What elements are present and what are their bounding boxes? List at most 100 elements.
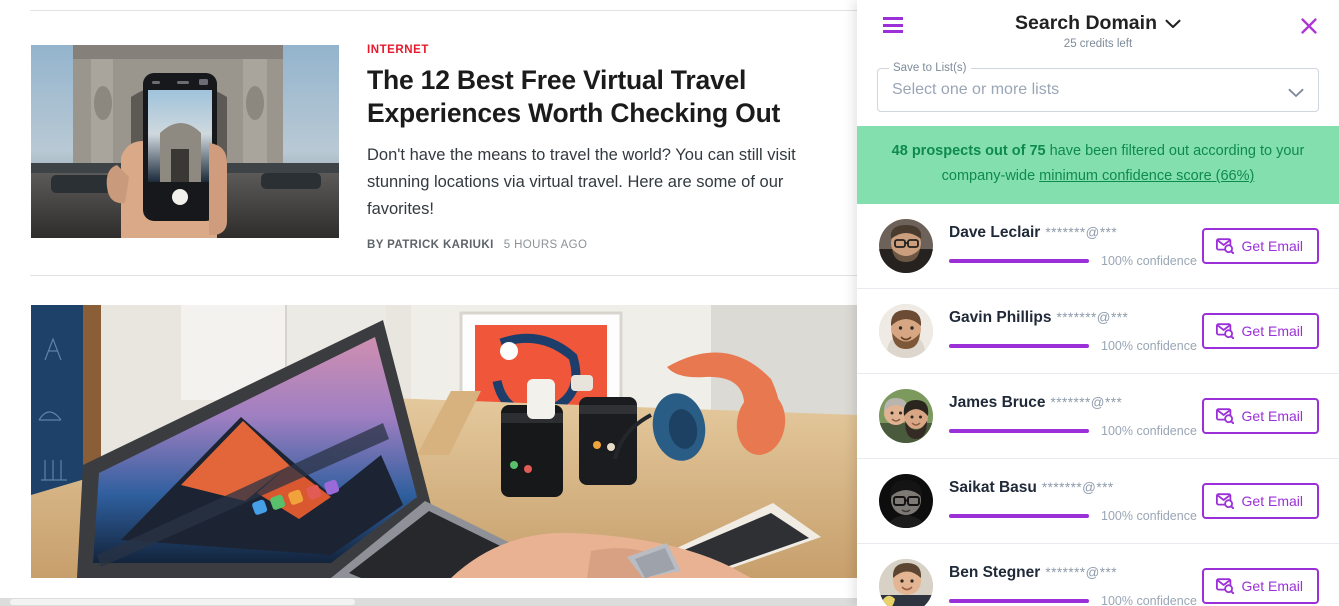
avatar	[879, 304, 933, 358]
chevron-down-icon[interactable]	[1288, 85, 1304, 103]
prospect-name-line: Gavin Phillips *******@***	[949, 309, 1202, 327]
confidence-bar-fill	[949, 429, 1089, 433]
prospect-row[interactable]: Ben Stegner *******@*** 100% confidence G…	[857, 544, 1339, 606]
avatar	[879, 559, 933, 606]
avatar	[879, 219, 933, 273]
credits-left-label: 25 credits left	[1063, 38, 1133, 50]
confidence-row: 100% confidence	[949, 509, 1202, 523]
search-domain-panel: Search Domain 25 credits left Save to Li…	[857, 0, 1339, 606]
article-thumbnail[interactable]	[31, 305, 857, 578]
confidence-bar-track	[949, 429, 1089, 433]
confidence-bar-track	[949, 259, 1089, 263]
prospect-name: Saikat Basu	[949, 479, 1037, 496]
page-root: INTERNET The 12 Best Free Virtual Travel…	[0, 0, 1339, 606]
confidence-row: 100% confidence	[949, 594, 1202, 606]
avatar-james-bruce	[879, 389, 933, 443]
panel-header: Search Domain 25 credits left	[857, 0, 1339, 60]
confidence-bar-fill	[949, 344, 1089, 348]
email-search-icon	[1215, 323, 1234, 339]
get-email-button[interactable]: Get Email	[1201, 568, 1319, 604]
panel-title: Search Domain	[1015, 12, 1157, 34]
confidence-label: 100% confidence	[1101, 254, 1197, 268]
prospect-name: Gavin Phillips	[949, 309, 1052, 326]
get-email-label: Get Email	[1241, 238, 1303, 254]
get-email-label: Get Email	[1241, 408, 1303, 424]
get-email-label: Get Email	[1241, 323, 1303, 339]
confidence-row: 100% confidence	[949, 254, 1202, 268]
email-search-icon	[1215, 493, 1234, 509]
get-email-button[interactable]: Get Email	[1201, 228, 1319, 264]
avatar-dave-leclair	[879, 219, 933, 273]
avatar-saikat-basu	[879, 474, 933, 528]
chevron-down-icon	[1165, 12, 1181, 35]
article-category[interactable]: INTERNET	[367, 43, 847, 57]
horizontal-scrollbar[interactable]	[0, 598, 857, 606]
prospect-name: Ben Stegner	[949, 564, 1041, 581]
prospect-row[interactable]: Saikat Basu *******@*** 100% confidence G…	[857, 459, 1339, 544]
save-to-lists-select[interactable]: Save to List(s) Select one or more lists	[877, 62, 1319, 112]
article-excerpt: Don't have the means to travel the world…	[367, 146, 796, 218]
confidence-bar-track	[949, 344, 1089, 348]
avatar-ben-stegner	[879, 559, 933, 606]
confidence-bar-track	[949, 514, 1089, 518]
prospect-row[interactable]: Gavin Phillips *******@*** 100% confidenc…	[857, 289, 1339, 374]
save-to-lists-placeholder: Select one or more lists	[892, 81, 1060, 98]
macbook-desk-photo	[31, 305, 857, 578]
get-email-label: Get Email	[1241, 493, 1303, 509]
article-byline: BY PATRICK KARIUKI 5 HOURS AGO	[367, 239, 847, 251]
panel-title-block: Search Domain 25 credits left	[857, 12, 1339, 50]
get-email-button[interactable]: Get Email	[1201, 483, 1319, 519]
get-email-label: Get Email	[1241, 578, 1303, 594]
confidence-bar-fill	[949, 259, 1089, 263]
avatar	[879, 389, 933, 443]
save-to-lists-label: Save to List(s)	[889, 62, 971, 74]
email-search-icon	[1215, 408, 1234, 424]
confidence-row: 100% confidence	[949, 424, 1202, 438]
prospect-info: Saikat Basu *******@*** 100% confidence	[949, 479, 1202, 523]
confidence-label: 100% confidence	[1101, 594, 1197, 606]
prospect-email-mask: *******@***	[1041, 480, 1114, 495]
get-email-button[interactable]: Get Email	[1201, 398, 1319, 434]
article-feed: INTERNET The 12 Best Free Virtual Travel…	[0, 0, 857, 606]
filter-notice-banner: 48 prospects out of 75 have been filtere…	[857, 126, 1339, 204]
prospect-name-line: James Bruce *******@***	[949, 394, 1202, 412]
confidence-row: 100% confidence	[949, 339, 1202, 353]
save-to-lists-field-wrap: Save to List(s) Select one or more lists	[857, 60, 1339, 126]
get-email-button[interactable]: Get Email	[1201, 313, 1319, 349]
prospect-name-line: Dave Leclair *******@***	[949, 224, 1202, 242]
arc-de-triomphe-photo	[31, 45, 339, 238]
confidence-bar-fill	[949, 599, 1089, 603]
article-headline[interactable]: The 12 Best Free Virtual Travel Experien…	[367, 64, 847, 130]
prospect-list: Dave Leclair *******@*** 100% confidence …	[857, 204, 1339, 606]
prospect-name: James Bruce	[949, 394, 1046, 411]
prospect-info: Gavin Phillips *******@*** 100% confidenc…	[949, 309, 1202, 353]
article-timestamp: 5 HOURS AGO	[503, 239, 588, 251]
avatar	[879, 474, 933, 528]
prospect-row[interactable]: Dave Leclair *******@*** 100% confidence …	[857, 204, 1339, 289]
article-author[interactable]: BY PATRICK KARIUKI	[367, 239, 494, 251]
confidence-bar-fill	[949, 514, 1089, 518]
close-icon[interactable]	[1299, 16, 1319, 36]
horizontal-scrollbar-thumb[interactable]	[10, 599, 355, 605]
article-card[interactable]: INTERNET The 12 Best Free Virtual Travel…	[0, 0, 857, 275]
article-text-block: INTERNET The 12 Best Free Virtual Travel…	[367, 43, 847, 251]
article-thumbnail[interactable]	[31, 45, 339, 238]
prospect-name: Dave Leclair	[949, 224, 1041, 241]
filtered-count: 48 prospects out of 75	[891, 143, 1046, 159]
prospect-name-line: Ben Stegner *******@***	[949, 564, 1202, 582]
article-card[interactable]	[0, 276, 857, 606]
avatar-gavin-phillips	[879, 304, 933, 358]
prospect-row[interactable]: James Bruce *******@*** 100% confidence G…	[857, 374, 1339, 459]
prospect-info: Ben Stegner *******@*** 100% confidence	[949, 564, 1202, 606]
minimum-confidence-score-link[interactable]: minimum confidence score (66%)	[1039, 168, 1254, 184]
prospect-email-mask: *******@***	[1050, 395, 1123, 410]
prospect-info: Dave Leclair *******@*** 100% confidence	[949, 224, 1202, 268]
panel-title-dropdown[interactable]: Search Domain	[1015, 12, 1181, 35]
confidence-label: 100% confidence	[1101, 339, 1197, 353]
email-search-icon	[1215, 238, 1234, 254]
confidence-bar-track	[949, 599, 1089, 603]
confidence-label: 100% confidence	[1101, 424, 1197, 438]
email-search-icon	[1215, 578, 1234, 594]
prospect-email-mask: *******@***	[1056, 310, 1129, 325]
prospect-name-line: Saikat Basu *******@***	[949, 479, 1202, 497]
